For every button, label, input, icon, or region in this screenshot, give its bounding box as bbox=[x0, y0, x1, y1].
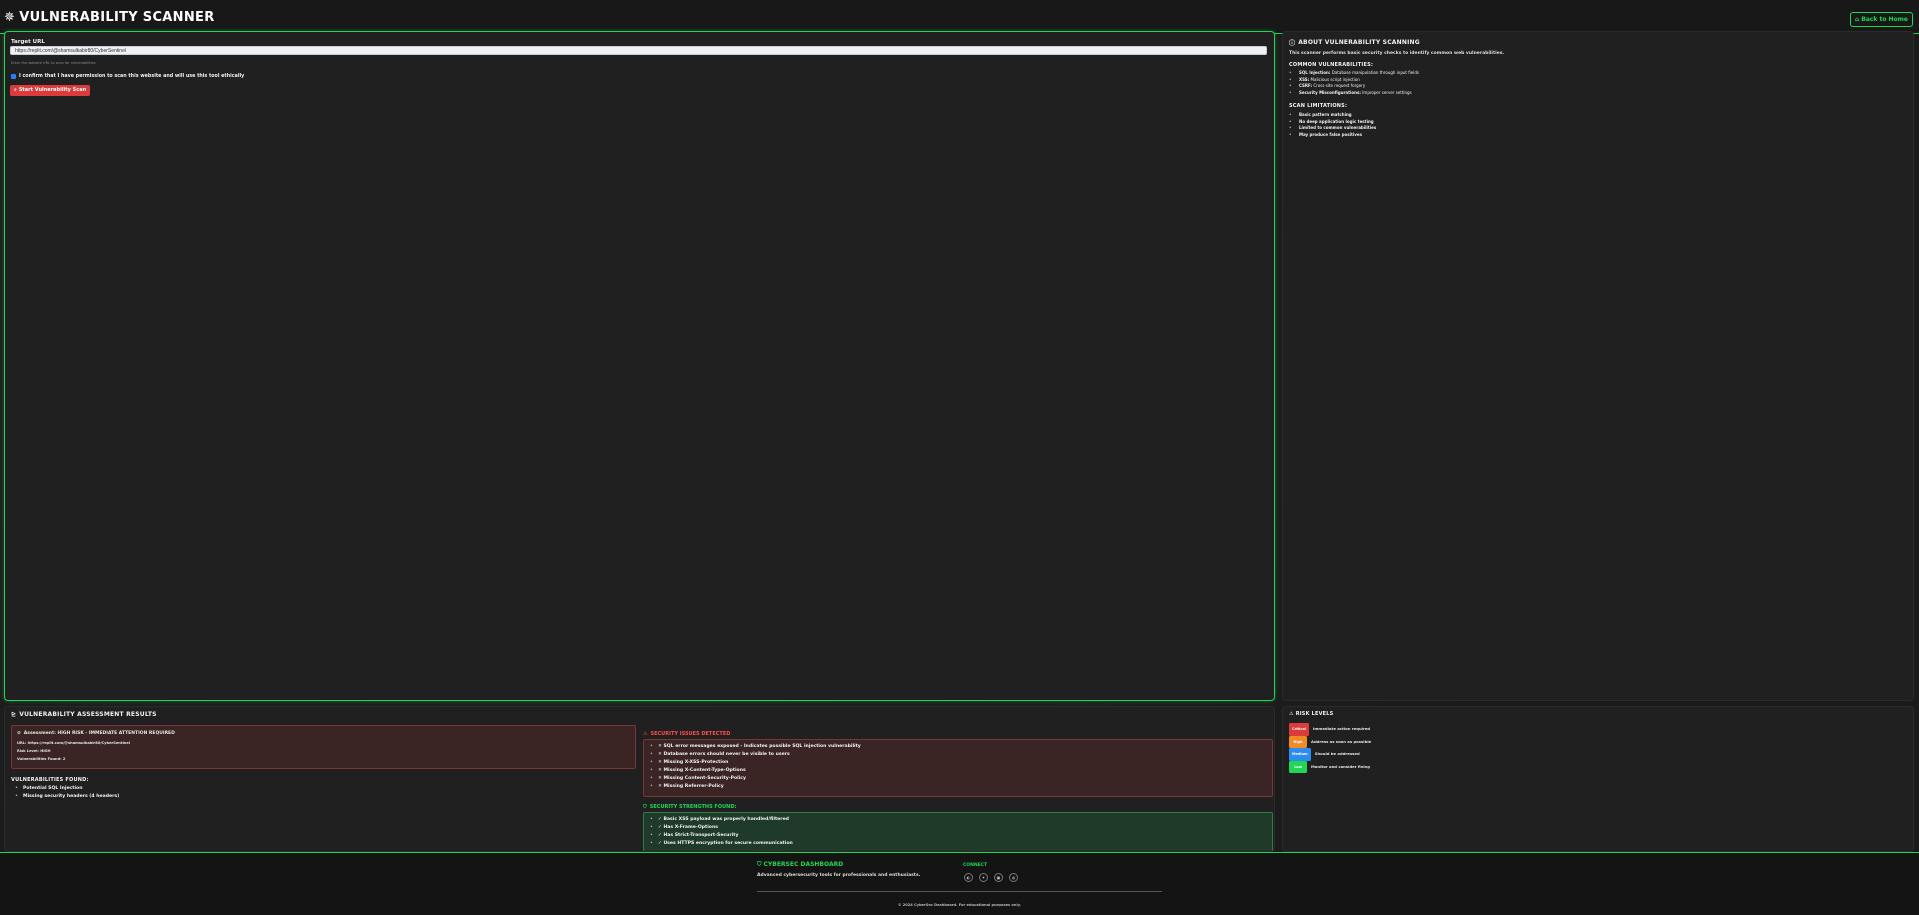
bug-icon: ✵ bbox=[4, 10, 16, 25]
scan-limitations-list: Basic pattern matching No deep applicati… bbox=[1289, 112, 1376, 138]
risk-levels-title: ⚠ RISK LEVELS bbox=[1289, 711, 1334, 717]
start-scan-button[interactable]: ⌕ Start Vulnerability Scan bbox=[10, 85, 91, 96]
assessment-risk-level: Risk Level: HIGH bbox=[17, 749, 51, 753]
github-icon[interactable]: ◐ bbox=[964, 873, 973, 882]
risk-levels-list: Critical Immediate action required High Ad… bbox=[1289, 723, 1371, 773]
footer-copyright: © 2024 CyberSec Dashboard. For education… bbox=[897, 903, 1022, 907]
footer-tagline: Advanced cybersecurity tools for profess… bbox=[757, 873, 921, 878]
issues-title: ⚠ SECURITY ISSUES DETECTED bbox=[643, 731, 731, 737]
medium-badge: Medium bbox=[1289, 748, 1311, 761]
footer-connect-title: CONNECT bbox=[963, 863, 988, 868]
linkedin-icon[interactable]: ▣ bbox=[994, 873, 1003, 882]
list-item: Security Misconfigurations: Improper ser… bbox=[1289, 90, 1419, 97]
back-to-home-button[interactable]: ⌂ Back to Home bbox=[1849, 12, 1913, 27]
about-intro: This scanner performs basic security che… bbox=[1289, 51, 1505, 56]
list-item: ✓ Uses HTTPS encryption for secure commu… bbox=[646, 840, 793, 848]
common-vulns-list: SQL Injection: Database manipulation thr… bbox=[1289, 70, 1419, 96]
page-title: ✵ VULNERABILITY SCANNER bbox=[4, 10, 215, 25]
warning-icon: ⚠ bbox=[643, 731, 648, 737]
assessment-box: ⊘ Assessment: HIGH RISK - IMMEDIATE ATTE… bbox=[11, 725, 636, 769]
scan-limitations-title: SCAN LIMITATIONS: bbox=[1289, 103, 1348, 109]
top-bar: ✵ VULNERABILITY SCANNER ⌂ Back to Home bbox=[0, 0, 1919, 34]
vulns-found-list: Potential SQL Injection Missing security… bbox=[11, 785, 119, 801]
risk-level-row: Medium Should be addressed bbox=[1289, 748, 1371, 761]
results-panel: ⊵ VULNERABILITY ASSESSMENT RESULTS ⊘ Ass… bbox=[4, 706, 1275, 852]
shield-check-icon: ⛉ bbox=[643, 804, 647, 810]
consent-checkbox[interactable] bbox=[11, 74, 16, 79]
list-item: Potential SQL Injection bbox=[11, 785, 119, 793]
alert-circle-icon: ⊘ bbox=[17, 731, 21, 736]
footer: ⛉ CYBERSEC DASHBOARD Advanced cybersecur… bbox=[0, 852, 1919, 915]
consent-text: I confirm that I have permission to scan… bbox=[19, 74, 245, 79]
about-title-text: ABOUT VULNERABILITY SCANNING bbox=[1298, 39, 1420, 46]
footer-brand: ⛉ CYBERSEC DASHBOARD bbox=[757, 861, 844, 868]
social-links: ◐ ✦ ▣ ◍ bbox=[964, 873, 1024, 882]
high-badge: High bbox=[1289, 735, 1307, 748]
list-item: No deep application logic testing bbox=[1289, 119, 1376, 126]
assessment-vuln-count: Vulnerabilities Found: 2 bbox=[17, 757, 66, 761]
list-item: SQL Injection: Database manipulation thr… bbox=[1289, 70, 1419, 77]
strengths-box: ✓ Basic XSS payload was properly handled… bbox=[643, 812, 1273, 851]
list-item: Limited to common vulnerabilities bbox=[1289, 125, 1376, 132]
target-url-input[interactable]: https://replit.com/@shamsulkabir80/Cyber… bbox=[10, 46, 1267, 55]
strengths-list: ✓ Basic XSS payload was properly handled… bbox=[646, 816, 793, 848]
about-panel: ⓘ ABOUT VULNERABILITY SCANNING This scan… bbox=[1282, 31, 1914, 701]
list-item: ✓ Has Strict-Transport-Security bbox=[646, 832, 793, 840]
list-item: ✓ Has X-Frame-Options bbox=[646, 824, 793, 832]
issues-list: ✕ SQL error messages exposed - Indicates… bbox=[646, 743, 861, 791]
list-item: May produce false positives bbox=[1289, 132, 1376, 139]
scanner-panel: Target URL Enter the website URL to scan… bbox=[4, 31, 1275, 701]
list-item: Missing security headers (4 headers) bbox=[11, 793, 119, 801]
list-item: ✕ Database errors should never be visibl… bbox=[646, 751, 861, 759]
vulns-found-title: VULNERABILITIES FOUND: bbox=[11, 777, 89, 783]
results-title: ⊵ VULNERABILITY ASSESSMENT RESULTS bbox=[11, 711, 157, 718]
list-item: ✕ Missing X-XSS-Protection bbox=[646, 759, 861, 767]
footer-divider bbox=[757, 891, 1162, 892]
home-icon: ⌂ bbox=[1854, 16, 1860, 23]
risk-level-row: High Address as soon as possible bbox=[1289, 735, 1371, 748]
risk-level-row: Critical Immediate action required bbox=[1289, 723, 1371, 736]
issues-box: ✕ SQL error messages exposed - Indicates… bbox=[643, 739, 1273, 797]
chart-icon: ⊵ bbox=[11, 711, 17, 718]
list-item: CSRF: Cross-site request forgery bbox=[1289, 83, 1419, 90]
info-icon: ⓘ bbox=[1289, 40, 1296, 47]
warning-icon: ⚠ bbox=[1289, 711, 1294, 717]
low-badge: Low bbox=[1289, 760, 1307, 773]
search-icon: ⌕ bbox=[14, 87, 17, 93]
risk-level-row: Low Monitor and consider fixing bbox=[1289, 760, 1371, 773]
twitter-icon[interactable]: ✦ bbox=[979, 873, 988, 882]
results-title-text: VULNERABILITY ASSESSMENT RESULTS bbox=[19, 711, 157, 718]
start-scan-label: Start Vulnerability Scan bbox=[18, 87, 87, 93]
assessment-url: URL: https://replit.com/@shamsulkabir80/… bbox=[17, 741, 131, 745]
assessment-line: ⊘ Assessment: HIGH RISK - IMMEDIATE ATTE… bbox=[17, 731, 175, 736]
consent-row[interactable]: I confirm that I have permission to scan… bbox=[11, 74, 244, 79]
url-hint: Enter the website URL to scan for vulner… bbox=[11, 61, 96, 65]
page-title-text: VULNERABILITY SCANNER bbox=[19, 10, 215, 25]
common-vulns-title: COMMON VULNERABILITIES: bbox=[1289, 62, 1374, 68]
shield-icon: ⛉ bbox=[757, 861, 762, 868]
risk-levels-panel: ⚠ RISK LEVELS Critical Immediate action r… bbox=[1282, 706, 1914, 852]
target-url-label: Target URL bbox=[11, 39, 45, 45]
list-item: ✕ Missing Content-Security-Policy bbox=[646, 775, 861, 783]
discord-icon[interactable]: ◍ bbox=[1009, 873, 1018, 882]
strengths-title: ⛉ SECURITY STRENGTHS FOUND: bbox=[643, 804, 737, 810]
back-to-home-label: Back to Home bbox=[1861, 16, 1908, 23]
about-title: ⓘ ABOUT VULNERABILITY SCANNING bbox=[1289, 38, 1420, 47]
list-item: ✓ Basic XSS payload was properly handled… bbox=[646, 816, 793, 824]
list-item: XSS: Malicious script injection bbox=[1289, 77, 1419, 84]
critical-badge: Critical bbox=[1289, 723, 1310, 736]
list-item: ✕ Missing X-Content-Type-Options bbox=[646, 767, 861, 775]
list-item: Basic pattern matching bbox=[1289, 112, 1376, 119]
list-item: ✕ Missing Referrer-Policy bbox=[646, 783, 861, 791]
list-item: ✕ SQL error messages exposed - Indicates… bbox=[646, 743, 861, 751]
